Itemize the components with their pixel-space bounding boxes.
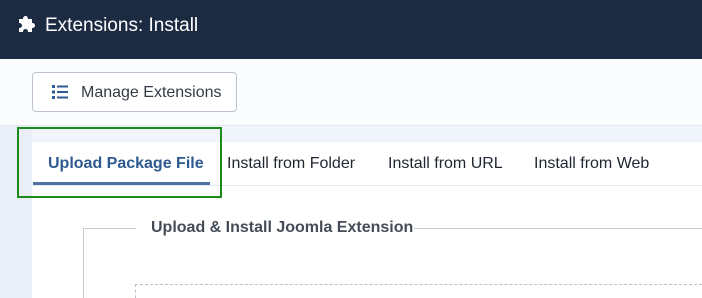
left-gutter [0, 126, 32, 298]
install-tabs: Upload Package File Install from Folder … [32, 142, 702, 186]
active-tab-indicator [33, 182, 210, 185]
fieldset-border [84, 228, 136, 229]
manage-extensions-label: Manage Extensions [81, 84, 222, 101]
tab-install-from-web[interactable]: Install from Web [534, 153, 649, 175]
tab-upload-package-file[interactable]: Upload Package File [48, 153, 204, 175]
upload-legend: Upload & Install Joomla Extension [151, 219, 414, 236]
tab-install-from-url[interactable]: Install from URL [388, 153, 503, 175]
fieldset-border [414, 228, 702, 229]
upload-dropzone[interactable] [135, 284, 702, 298]
list-icon [52, 85, 68, 99]
manage-extensions-button[interactable]: Manage Extensions [32, 72, 237, 112]
tab-install-from-folder[interactable]: Install from Folder [227, 153, 355, 175]
page-title: Extensions: Install [45, 15, 199, 36]
puzzle-icon [19, 16, 35, 32]
page-header: Extensions: Install [0, 0, 702, 59]
toolbar: Manage Extensions [0, 59, 702, 126]
